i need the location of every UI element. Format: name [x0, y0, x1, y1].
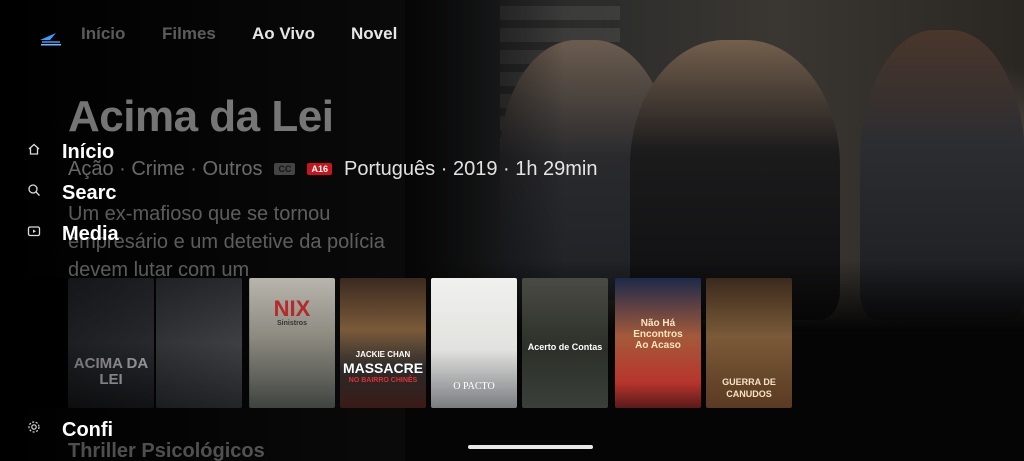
- poster-card[interactable]: Não Há Encontros Ao Acaso: [615, 278, 701, 408]
- poster-title: O PACTO: [453, 381, 495, 392]
- poster-card[interactable]: Acerto de Contas: [522, 278, 608, 408]
- poster-card[interactable]: JACKIE CHAN MASSACRE NO BAIRRO CHINÊS: [340, 278, 426, 408]
- section-title: Thriller Psicológicos: [68, 440, 265, 461]
- poster-card[interactable]: [156, 278, 242, 408]
- poster-title: Não Há Encontros Ao Acaso: [633, 318, 683, 351]
- side-menu-label: Search: [62, 182, 117, 204]
- poster-title: Acerto de Contas: [527, 342, 603, 352]
- tab-ao-vivo[interactable]: Ao Vivo: [252, 24, 315, 44]
- media-icon: [27, 224, 41, 238]
- hero-title: Acima da Lei: [68, 92, 334, 141]
- hero-info: Português · 2019 · 1h 29min: [344, 157, 598, 180]
- side-menu-item-media[interactable]: Media: [27, 223, 119, 245]
- side-menu-label: Início: [62, 141, 115, 163]
- tab-filmes[interactable]: Filmes: [162, 24, 216, 44]
- app-logo-icon: [38, 30, 64, 48]
- tab-inicio[interactable]: Início: [81, 24, 125, 44]
- top-nav: Início Filmes Ao Vivo Novel: [0, 0, 1024, 68]
- side-menu-item-settings[interactable]: Confi: [27, 419, 113, 441]
- poster-title: NIX: [273, 296, 311, 321]
- poster-card[interactable]: O PACTO: [431, 278, 517, 408]
- poster-subtitle: Sinistros: [277, 320, 307, 327]
- side-menu-label: Media: [62, 223, 119, 245]
- gear-icon: [27, 420, 41, 434]
- poster-card[interactable]: GUERRA DE CANUDOS: [706, 278, 792, 408]
- poster-row: ACIMA DA LEI NIX Sinistros JACKIE CHAN M…: [68, 278, 798, 408]
- poster-title: GUERRA DE CANUDOS: [722, 377, 776, 399]
- side-menu-item-inicio[interactable]: Início: [27, 141, 114, 163]
- tab-novelas[interactable]: Novel: [351, 24, 397, 44]
- age-rating-badge: A16: [307, 163, 332, 175]
- search-icon: [27, 183, 41, 197]
- home-indicator[interactable]: [468, 445, 593, 449]
- poster-subtitle: JACKIE CHAN: [355, 350, 411, 359]
- cc-badge: CC: [274, 163, 296, 175]
- poster-title: ACIMA DA LEI: [73, 355, 149, 388]
- poster-extra: NO BAIRRO CHINÊS: [348, 377, 418, 384]
- side-menu-item-search[interactable]: Search: [27, 182, 117, 204]
- hero-meta: Ação · Crime · Outros CC A16 Português ·…: [68, 157, 598, 181]
- poster-title: MASSACRE: [342, 360, 424, 376]
- poster-card[interactable]: NIX Sinistros: [249, 278, 335, 408]
- poster-card[interactable]: ACIMA DA LEI: [68, 278, 154, 408]
- side-menu-label: Confi: [62, 419, 114, 441]
- home-icon: [27, 142, 41, 156]
